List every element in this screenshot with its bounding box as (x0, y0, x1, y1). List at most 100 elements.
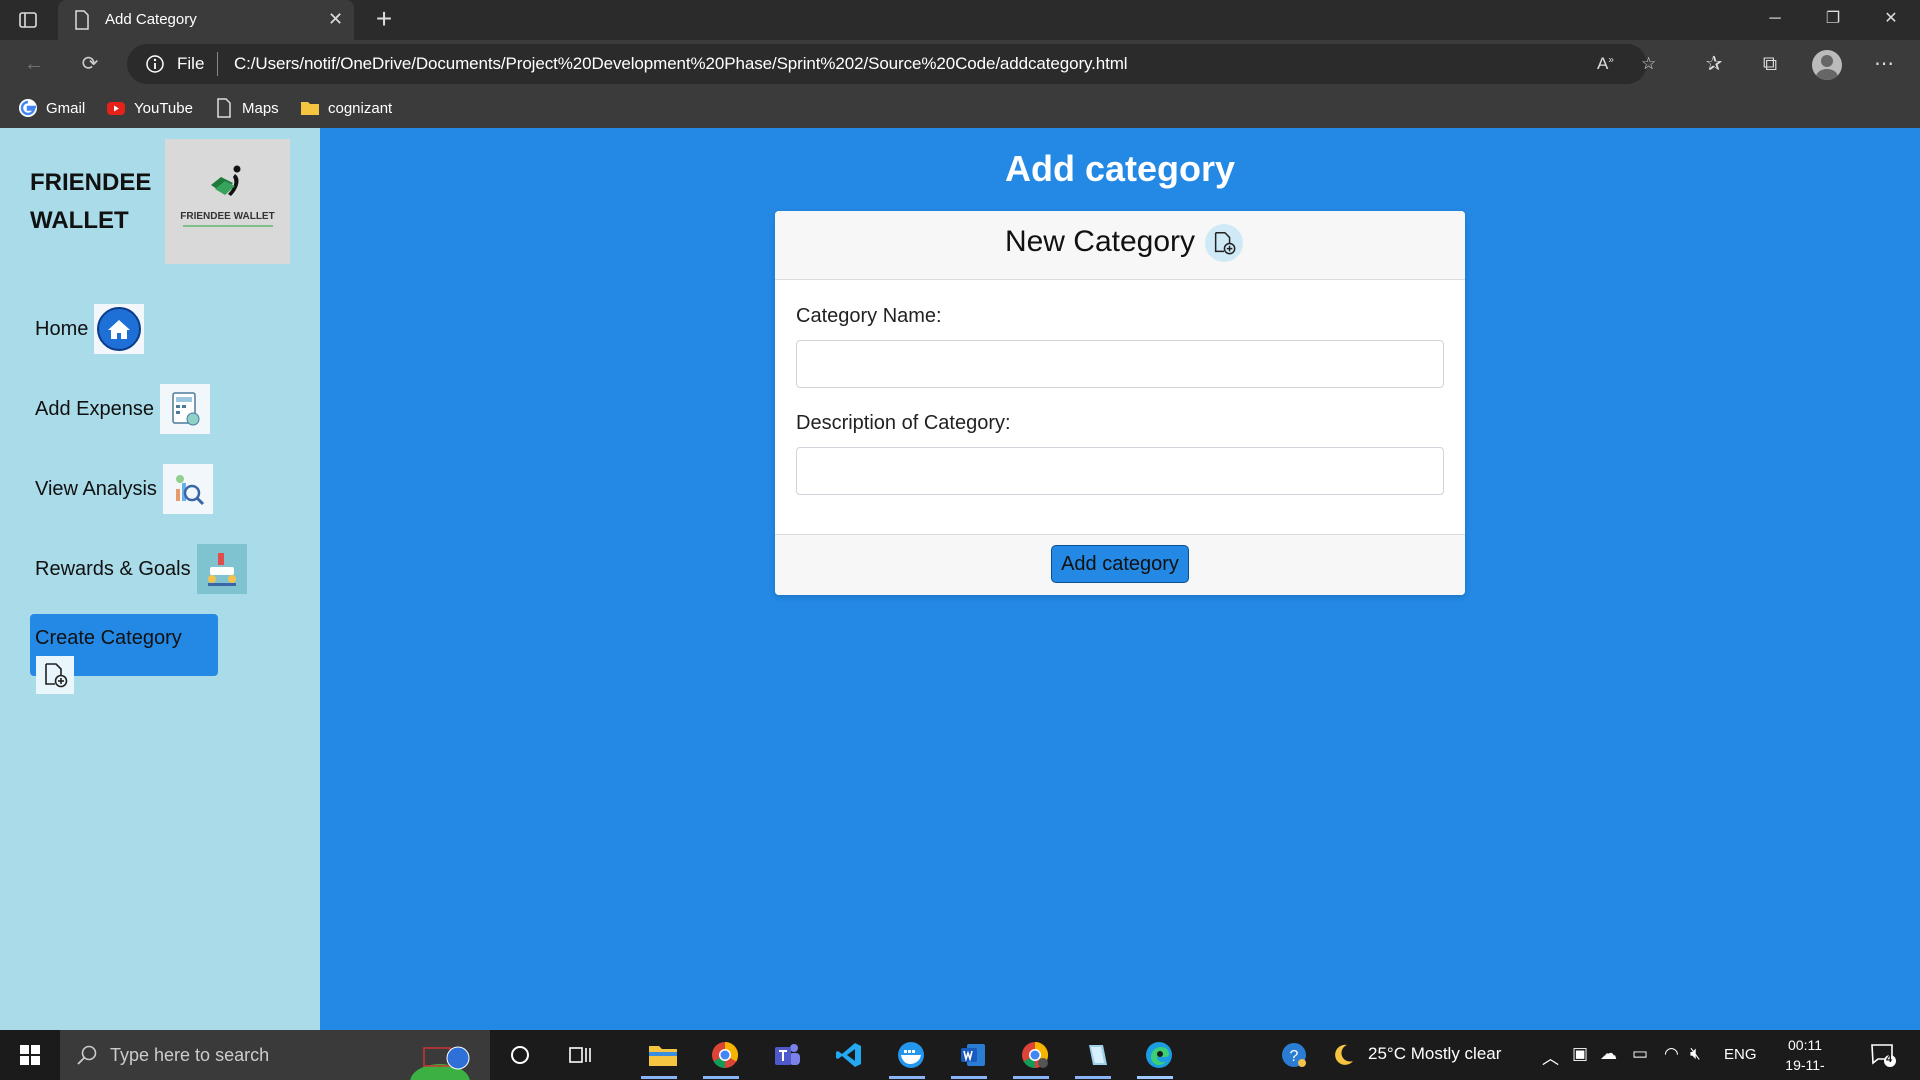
sidebar-item-home[interactable]: Home (35, 304, 145, 354)
card-title: New Category (1004, 225, 1196, 258)
chrome-icon[interactable] (709, 1039, 741, 1071)
weather-moon-icon[interactable] (1327, 1039, 1359, 1071)
show-hidden-icons-chevron-icon[interactable]: ︿ (1542, 1044, 1559, 1069)
back-arrow-icon[interactable]: ← (18, 48, 50, 80)
volume-muted-icon[interactable]: 🔇︎ (1690, 1044, 1701, 1064)
browser-tab-bar: Add Category ✕ + ─ ❐ ✕ (0, 0, 1920, 40)
minimize-icon[interactable]: ─ (1752, 6, 1798, 34)
windows-logo-icon (20, 1045, 40, 1065)
info-icon[interactable] (145, 54, 165, 79)
analysis-icon (162, 464, 213, 514)
reload-icon[interactable]: ⟳ (74, 48, 106, 80)
category-description-input[interactable] (796, 447, 1444, 495)
docker-icon[interactable] (895, 1039, 927, 1071)
card-header: New Category (775, 211, 1465, 280)
profile-avatar[interactable] (1812, 50, 1842, 80)
onedrive-icon[interactable]: ☁ (1600, 1044, 1617, 1064)
add-file-icon (36, 656, 74, 694)
notepad-icon[interactable] (1081, 1039, 1113, 1071)
home-icon (94, 304, 145, 354)
start-button[interactable] (0, 1030, 60, 1080)
address-bar[interactable]: File C:/Users/notif/OneDrive/Documents/P… (127, 44, 1656, 84)
brand-line-1: FRIENDEE (30, 169, 152, 196)
language-indicator[interactable]: ENG (1724, 1046, 1757, 1063)
bookmark-cognizant[interactable]: cognizant (300, 96, 392, 120)
brand-line-2: WALLET (30, 207, 129, 234)
sidebar-item-create-category[interactable]: Create Category (30, 614, 218, 694)
close-tab-icon[interactable]: ✕ (328, 9, 343, 30)
bookmark-label: cognizant (328, 99, 393, 117)
address-url[interactable]: C:/Users/notif/OneDrive/Documents/Projec… (234, 54, 1128, 74)
youtube-icon (106, 98, 126, 118)
sidebar-item-view-analysis[interactable]: View Analysis (35, 464, 213, 514)
google-icon (18, 98, 38, 118)
word-running-indicator (951, 1076, 987, 1079)
browser-toolbar: ← ⟳ File C:/Users/notif/OneDrive/Documen… (0, 40, 1920, 88)
wifi-icon[interactable]: ◠ (1664, 1044, 1679, 1064)
clock-time: 00:11 (1788, 1037, 1822, 1053)
address-divider (217, 52, 218, 76)
logo-text: FRIENDEE WALLET (180, 211, 275, 222)
docker-running-indicator (889, 1076, 925, 1079)
help-icon[interactable]: ? (1278, 1039, 1310, 1071)
windows-taskbar: Type here to search ? 25°C Mostly clear … (0, 1030, 1920, 1080)
category-name-label: Category Name: (796, 305, 942, 327)
search-highlight-icon (410, 1042, 480, 1080)
category-description-label: Description of Category: (796, 412, 1011, 434)
sidebar-item-label: View Analysis (35, 477, 157, 500)
sidebar-item-rewards-goals[interactable]: Rewards & Goals (35, 544, 247, 594)
edge-running-indicator (1137, 1076, 1173, 1079)
sidebar-item-label: Add Expense (35, 397, 154, 420)
collections-icon[interactable]: ⧉ (1754, 48, 1786, 80)
tab-actions-icon[interactable] (16, 8, 40, 32)
new-tab-button[interactable]: + (368, 4, 400, 36)
page-title: Add category (1004, 148, 1236, 189)
add-file-icon (1205, 224, 1243, 262)
active-tab[interactable]: Add Category ✕ (58, 0, 354, 40)
chrome-running-indicator (703, 1076, 739, 1079)
sidebar-item-label: Home (35, 317, 89, 340)
file-explorer-icon[interactable] (647, 1039, 679, 1071)
bookmark-gmail[interactable]: Gmail (18, 96, 85, 120)
chrome-profile-icon[interactable] (1019, 1039, 1051, 1071)
bookmarks-bar: Gmail YouTube Maps cognizant (0, 88, 1920, 128)
notification-center-icon[interactable]: 4 (1870, 1042, 1896, 1068)
close-window-icon[interactable]: ✕ (1868, 6, 1914, 34)
meet-now-icon[interactable]: ▣ (1572, 1044, 1588, 1064)
more-menu-icon[interactable]: ⋯ (1868, 48, 1900, 80)
wallet-logo-icon (211, 165, 241, 196)
taskbar-search[interactable]: Type here to search (60, 1030, 490, 1080)
clock-date: 19-11-2022 (1785, 1057, 1825, 1080)
edge-icon[interactable] (1143, 1039, 1175, 1071)
brand-logo: FRIENDEE WALLET (165, 139, 290, 264)
page-content: FRIENDEE WALLET FRIENDEE WALLET Home Add… (0, 128, 1920, 1030)
bookmark-maps[interactable]: Maps (214, 96, 279, 120)
logo-tagline-decoration (183, 225, 273, 227)
notification-count: 4 (1886, 1053, 1893, 1065)
favorites-icon[interactable]: ✰ (1698, 48, 1730, 80)
cortana-icon[interactable] (504, 1039, 536, 1071)
weather-text[interactable]: 25°C Mostly clear (1368, 1044, 1501, 1064)
add-favorite-icon[interactable]: ☆ (1641, 54, 1656, 74)
bookmark-youtube[interactable]: YouTube (106, 96, 193, 120)
battery-icon[interactable]: ▭ (1632, 1044, 1648, 1064)
restore-icon[interactable]: ❐ (1810, 6, 1856, 34)
word-icon[interactable] (957, 1039, 989, 1071)
sidebar-item-label: Create Category (35, 627, 182, 649)
task-view-icon[interactable] (564, 1039, 596, 1071)
add-category-button[interactable]: Add category (1051, 545, 1189, 583)
taskbar-clock[interactable]: 00:11 19-11-2022 (1770, 1035, 1840, 1080)
rewards-icon (196, 544, 247, 594)
chrome-profile-running-indicator (1013, 1076, 1049, 1079)
search-icon (76, 1044, 98, 1071)
bookmark-label: Gmail (46, 99, 86, 117)
teams-icon[interactable] (771, 1039, 803, 1071)
vscode-icon[interactable] (833, 1039, 865, 1071)
category-name-input[interactable] (796, 340, 1444, 388)
brand-name: FRIENDEE WALLET (30, 164, 151, 240)
page-icon (214, 98, 234, 118)
sidebar-item-add-expense[interactable]: Add Expense (35, 384, 210, 434)
bookmark-label: Maps (242, 99, 279, 117)
read-aloud-icon[interactable]: A» (1597, 54, 1614, 74)
bookmark-label: YouTube (134, 99, 193, 117)
